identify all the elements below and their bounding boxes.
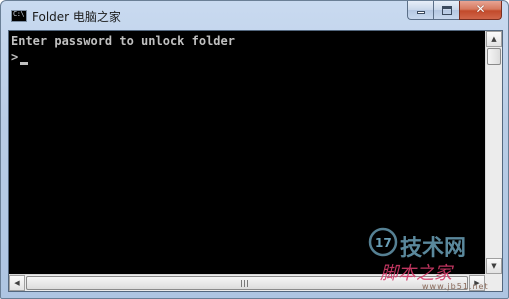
console-window: C:\ Folder 电脑之家 ✕ Enter password to unlo… <box>0 0 509 299</box>
maximize-button[interactable] <box>433 1 459 20</box>
title-bar[interactable]: C:\ Folder 电脑之家 ✕ <box>1 1 508 31</box>
console-prompt-message: Enter password to unlock folder <box>11 34 235 48</box>
horizontal-scroll-thumb[interactable] <box>26 276 468 290</box>
cmd-icon-text: C:\ <box>13 10 25 18</box>
caption-buttons: ✕ <box>407 1 502 21</box>
scroll-grip-icon <box>241 280 250 287</box>
close-icon: ✕ <box>475 2 486 16</box>
scroll-left-button[interactable]: ◀ <box>9 275 25 291</box>
window-title: Folder 电脑之家 <box>32 10 121 24</box>
minimize-button[interactable] <box>407 1 433 20</box>
scroll-down-button[interactable]: ▼ <box>486 258 502 274</box>
close-button[interactable]: ✕ <box>459 1 502 20</box>
scroll-right-button[interactable]: ▶ <box>469 275 485 291</box>
scroll-up-button[interactable]: ▲ <box>486 31 502 47</box>
minimize-icon <box>417 11 425 14</box>
cmd-console-icon[interactable]: C:\ <box>11 10 27 22</box>
console-client-area: Enter password to unlock folder > ▲ ▼ ◀ … <box>8 30 503 292</box>
size-grip <box>485 274 502 291</box>
console-output[interactable]: Enter password to unlock folder > <box>9 31 485 274</box>
vertical-scrollbar[interactable]: ▲ ▼ <box>485 31 502 274</box>
console-input-prompt: > <box>11 50 19 64</box>
horizontal-scrollbar[interactable]: ◀ ▶ <box>9 274 485 291</box>
vertical-scroll-thumb[interactable] <box>487 48 501 65</box>
text-cursor <box>20 62 28 65</box>
maximize-icon <box>442 6 452 15</box>
